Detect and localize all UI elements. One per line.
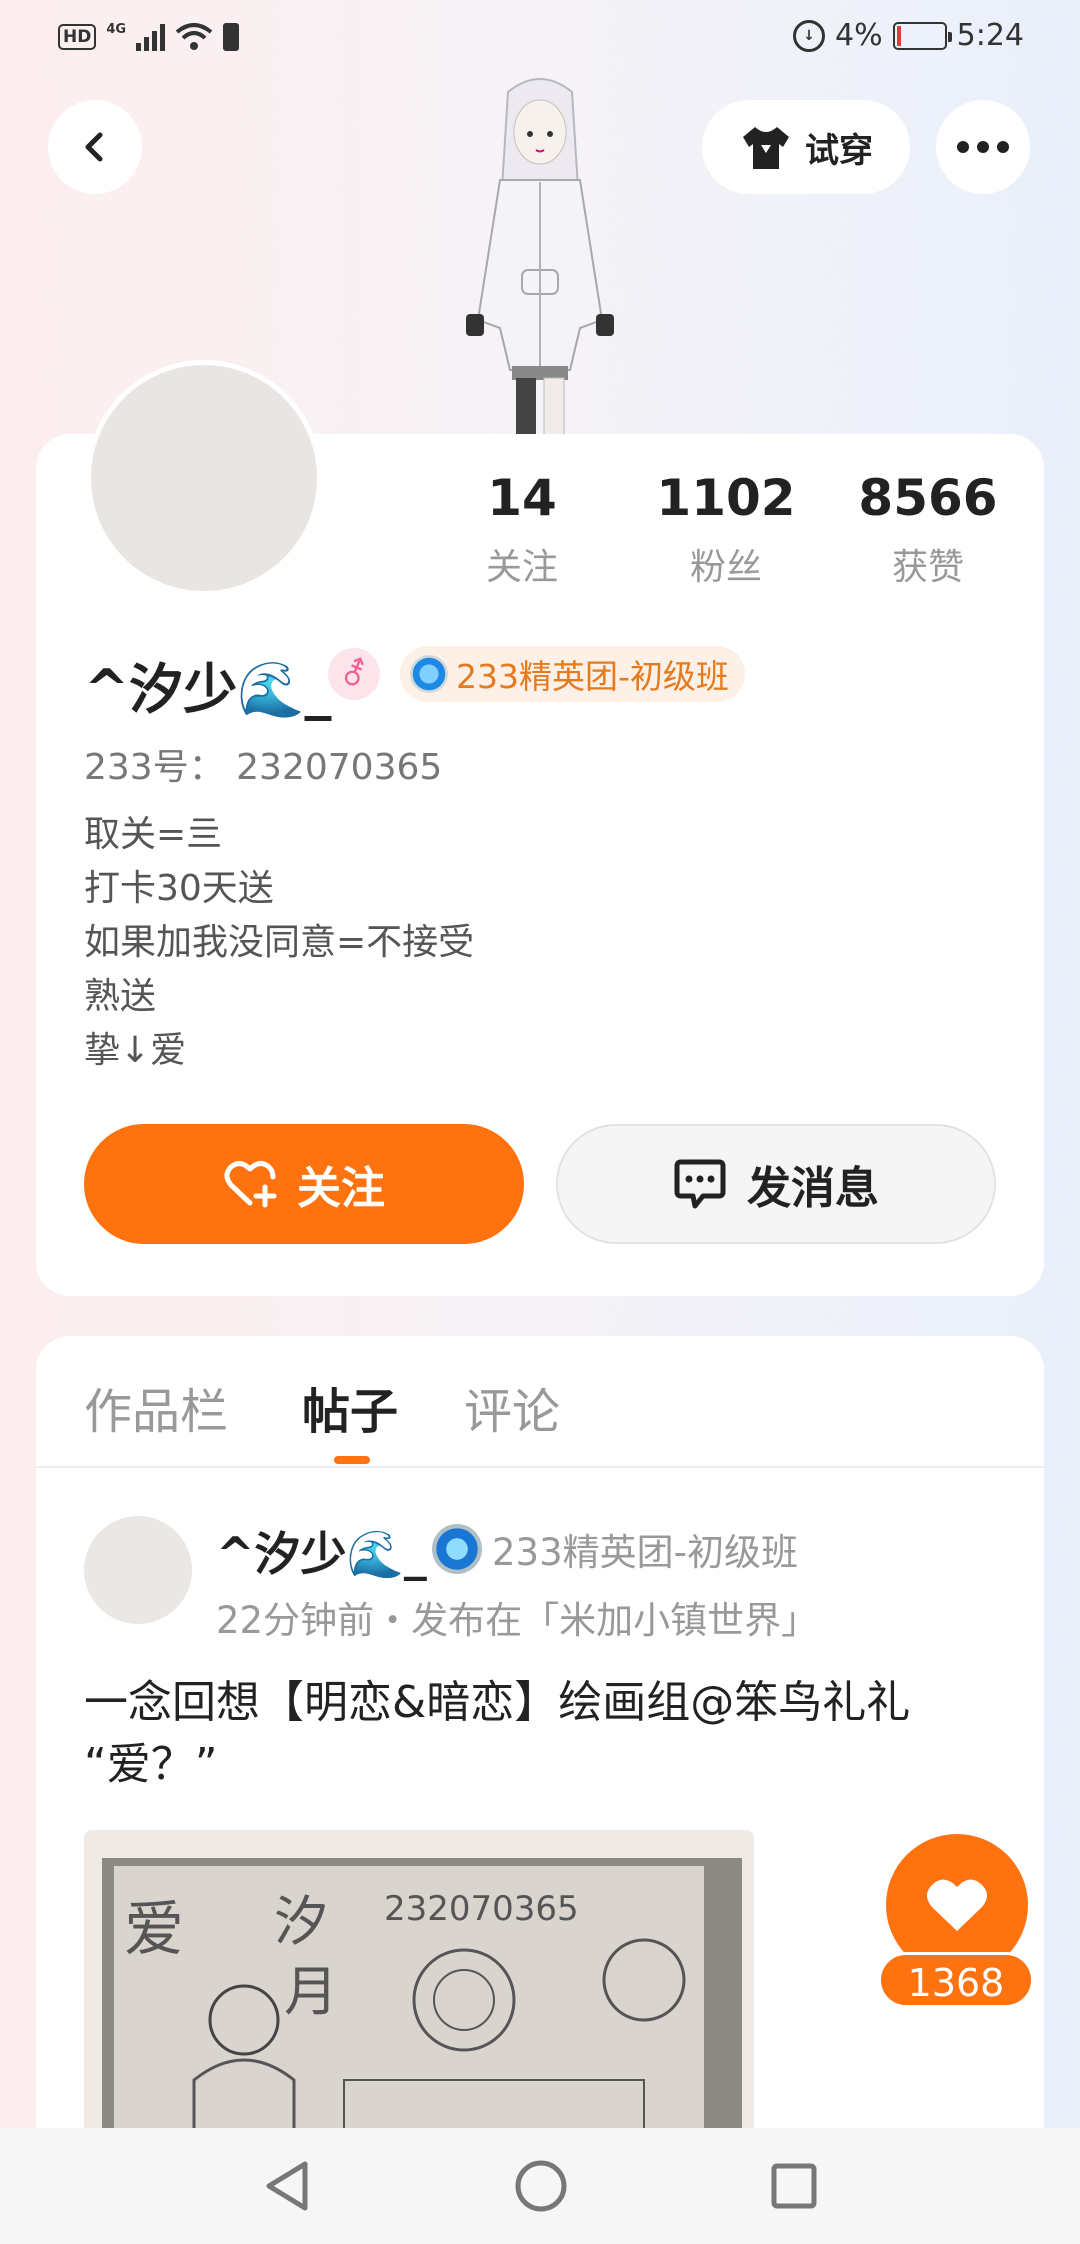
group-badge[interactable]: 233精英团-初级班 — [400, 646, 745, 702]
post-author-name[interactable]: ^汐少🌊_ — [216, 1518, 427, 1584]
user-id: 233号： 232070365 — [84, 747, 443, 788]
stat-label: 粉丝 — [689, 547, 762, 588]
stat-value: 14 — [487, 469, 557, 527]
stat-following[interactable]: 14 关注 — [432, 470, 612, 590]
try-on-label: 试穿 — [805, 130, 873, 171]
sketch-number: 232070365 — [384, 1889, 579, 1929]
more-icon — [957, 141, 1009, 153]
status-bar: HD 4G ↓ 4% 5:24 — [0, 0, 1080, 80]
heart-icon — [927, 1879, 987, 1931]
post-meta: 22分钟前・发布在「米加小镇世界」 — [216, 1599, 819, 1642]
gender-female-icon: ⚦ — [328, 648, 380, 700]
post-text-line: 一念回想【明恋&暗恋】绘画组@笨鸟礼礼 — [84, 1677, 911, 1728]
clock: 5:24 — [956, 18, 1024, 53]
more-button[interactable] — [936, 100, 1030, 194]
post-author-avatar[interactable] — [84, 1516, 192, 1624]
network-type: 4G — [106, 22, 127, 37]
wifi-icon — [175, 23, 213, 50]
badge-gem-icon — [410, 655, 448, 693]
signal-icon — [136, 23, 166, 51]
stat-value: 1102 — [656, 469, 796, 527]
battery-percent: 4% — [835, 18, 883, 53]
bio-line: 打卡30天送 — [84, 868, 274, 909]
status-left: HD 4G — [58, 22, 240, 52]
post-text-line: “爱？” — [84, 1739, 218, 1790]
follow-button[interactable]: 关注 — [84, 1124, 524, 1244]
back-triangle-icon[interactable] — [261, 2158, 313, 2214]
chat-icon — [674, 1159, 726, 1209]
back-icon — [85, 132, 103, 162]
status-right: ↓ 4% 5:24 — [793, 18, 1024, 53]
badge-gem-icon — [432, 1524, 482, 1574]
hd-indicator: HD — [58, 24, 97, 50]
stat-label: 获赞 — [891, 547, 964, 588]
message-button[interactable]: 发消息 — [556, 1124, 996, 1244]
stat-value: 8566 — [858, 469, 998, 527]
post-text[interactable]: 一念回想【明恋&暗恋】绘画组@笨鸟礼礼 “爱？” — [84, 1672, 1004, 1796]
svg-text:汐: 汐 — [274, 1890, 328, 1953]
post-badge-label: 233精英团-初级班 — [492, 1531, 798, 1574]
profile-name: ^汐少🌊_ — [84, 658, 332, 721]
tab-divider — [36, 1466, 1044, 1468]
heart-plus-icon — [224, 1161, 277, 1208]
profile-avatar[interactable] — [86, 360, 322, 596]
battery-icon — [892, 21, 952, 50]
svg-text:爱: 爱 — [124, 1895, 184, 1965]
post-author-badge: 233精英团-初级班 — [432, 1522, 798, 1576]
tab-works[interactable]: 作品栏 — [84, 1372, 228, 1442]
bio-line: 如果加我没同意=不接受 — [84, 922, 475, 963]
data-saver-icon: ↓ — [793, 19, 826, 52]
recents-square-icon[interactable] — [769, 2161, 819, 2211]
shirt-icon — [743, 127, 789, 169]
home-circle-icon[interactable] — [513, 2158, 569, 2214]
bio-line: 挚↓爱 — [84, 1030, 187, 1071]
profile-bio: 取关=亖 打卡30天送 如果加我没同意=不接受 熟送 挚↓爱 — [84, 808, 474, 1078]
group-badge-label: 233精英团-初级班 — [456, 657, 729, 696]
stat-likes[interactable]: 8566 获赞 — [838, 470, 1018, 590]
stat-label: 关注 — [485, 547, 558, 588]
system-nav-bar — [0, 2128, 1080, 2244]
bio-line: 熟送 — [84, 976, 157, 1017]
tab-posts[interactable]: 帖子 — [302, 1372, 398, 1442]
try-on-button[interactable]: 试穿 — [702, 100, 910, 194]
message-label: 发消息 — [747, 1163, 879, 1214]
like-count: 1368 — [878, 1952, 1034, 2008]
tab-comments[interactable]: 评论 — [464, 1372, 560, 1442]
svg-text:月: 月 — [284, 1960, 338, 2023]
character-avatar-figure — [466, 78, 614, 440]
back-button[interactable] — [48, 100, 142, 194]
stat-fans[interactable]: 1102 粉丝 — [636, 470, 816, 590]
follow-label: 关注 — [297, 1163, 385, 1214]
alert-battery-icon — [223, 23, 240, 51]
tab-indicator — [334, 1456, 370, 1464]
bio-line: 取关=亖 — [84, 814, 223, 855]
